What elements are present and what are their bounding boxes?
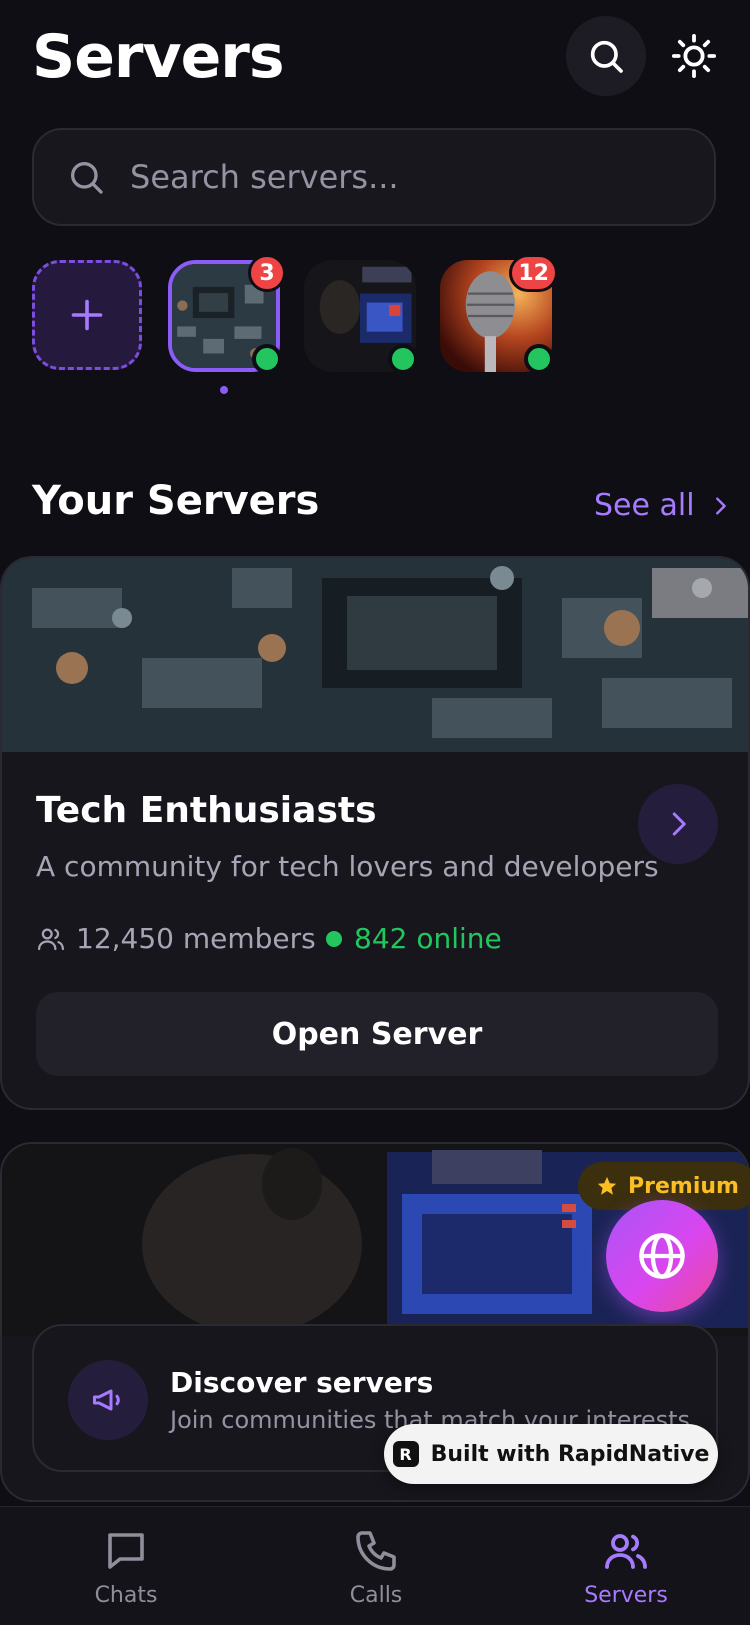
megaphone-icon [93,1389,120,1411]
megaphone-icon-badge [68,1360,148,1440]
header-search-button[interactable] [566,16,646,96]
see-all-link[interactable]: See all [594,488,731,523]
nav-item-servers[interactable]: Servers [546,1527,706,1625]
online-count: 842 online [326,922,502,955]
phone-icon [356,1531,396,1571]
nav-label: Calls [349,1583,403,1608]
search-icon [71,162,103,194]
online-status-dot [252,344,282,374]
chevron-right-icon [715,496,726,515]
online-count-label: 842 online [354,922,502,955]
star-icon [597,1176,617,1195]
open-server-button[interactable]: Open Server [36,992,718,1076]
premium-label: Premium [628,1173,739,1199]
theme-toggle-button[interactable] [662,24,726,88]
server-rail-item[interactable] [304,260,418,374]
online-status-dot [388,344,418,374]
member-count: 12,450 members [36,922,316,955]
sun-icon [671,33,717,79]
built-with-badge[interactable]: R Built with RapidNative [384,1424,718,1484]
active-server-indicator [220,386,228,394]
rapidnative-logo-icon: R [392,1441,419,1467]
server-banner-image [2,558,748,752]
online-dot [326,930,342,947]
nav-item-calls[interactable]: Calls [296,1527,456,1625]
add-server-button[interactable] [32,260,142,370]
users-icon [38,928,64,950]
section-title: Your Servers [32,478,320,524]
online-status-dot [524,344,554,374]
plus-icon [71,299,103,331]
see-all-label: See all [594,488,695,523]
nav-label: Chats [94,1583,158,1608]
explore-fab[interactable] [606,1200,718,1312]
server-description: A community for tech lovers and develope… [36,850,659,883]
member-count-label: 12,450 members [76,922,316,955]
chevron-right-icon [672,812,686,836]
server-open-arrow-button[interactable] [638,784,718,864]
server-rail-item[interactable]: 12 [440,254,558,374]
chat-icon [108,1533,144,1569]
page-title: Servers [32,22,285,92]
globe-icon [639,1233,685,1279]
discover-title: Discover servers [170,1366,434,1399]
unread-badge: 3 [248,254,286,292]
server-card[interactable]: Tech Enthusiasts A community for tech lo… [0,556,750,1110]
bottom-navigation: Chats Calls Servers [0,1506,750,1625]
built-with-label: Built with RapidNative [430,1441,710,1467]
server-rail-item[interactable]: 3 [168,254,286,374]
nav-label: Servers [584,1583,668,1608]
search-bar[interactable] [32,128,716,226]
users-icon [605,1534,647,1569]
server-name: Tech Enthusiasts [36,790,377,831]
search-icon [590,40,623,73]
search-input[interactable] [128,157,692,197]
nav-item-chats[interactable]: Chats [46,1527,206,1625]
unread-badge: 12 [509,254,558,292]
